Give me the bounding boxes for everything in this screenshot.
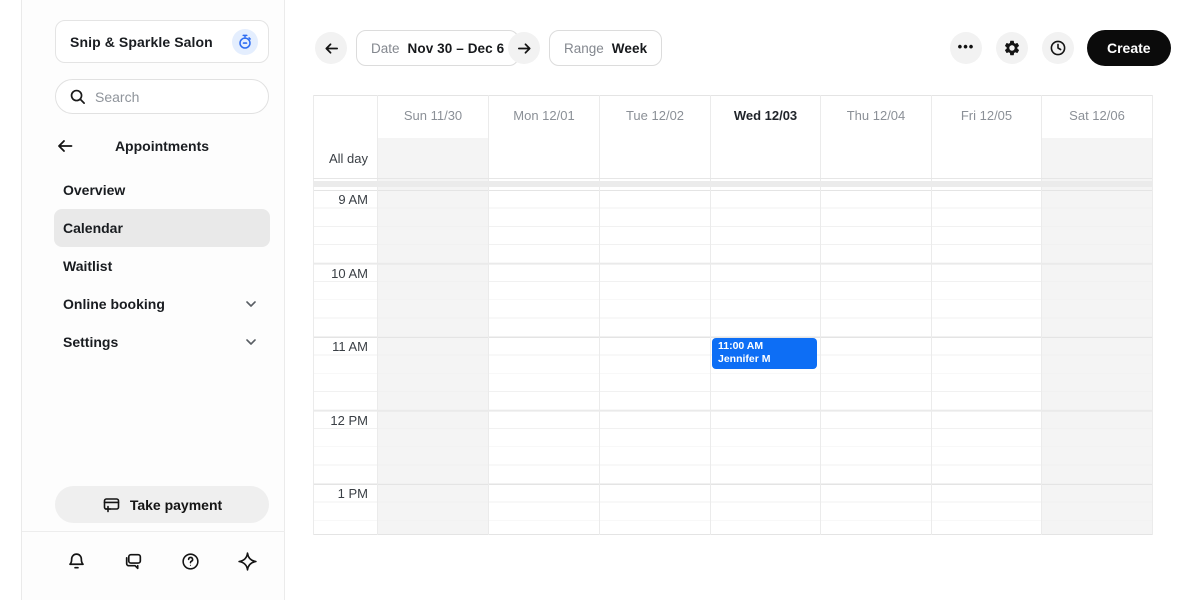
day-header-sun[interactable]: Sun 11/30 [378,106,488,126]
grid-vline [710,95,711,535]
sidebar-item-waitlist[interactable]: Waitlist [54,247,270,285]
day-header-mon[interactable]: Mon 12/01 [489,106,599,126]
allday-row-border [313,178,1152,179]
date-selector[interactable]: Date Nov 30 – Dec 6 [356,30,519,66]
ellipsis-icon: ••• [958,39,975,54]
grid-top-border [313,95,1152,96]
day-header-thu[interactable]: Thu 12/04 [821,106,931,126]
grid-vline [599,95,600,535]
grid-vline [931,95,932,535]
event-client-name: Jennifer M [718,353,811,366]
sidebar-item-overview[interactable]: Overview [54,171,270,209]
sidebar-item-online-booking[interactable]: Online booking [54,285,270,323]
calendar-toolbar: Date Nov 30 – Dec 6 Range Week ••• Creat… [285,0,1200,90]
nav-label: Waitlist [63,258,258,274]
appointments-section-header: Appointments [55,135,269,157]
allday-label: All day [313,151,368,166]
time-label-1pm: 1 PM [313,486,368,501]
grid-vline [1041,95,1042,535]
nav-label: Calendar [63,220,258,236]
grid-vline [820,95,821,535]
clock-history-button[interactable] [1042,32,1074,64]
event-start-time: 11:00 AM [718,340,811,353]
day-header-sat[interactable]: Sat 12/06 [1042,106,1152,126]
date-label: Date [371,41,400,56]
time-label-11am: 11 AM [313,339,368,354]
time-label-12pm: 12 PM [313,413,368,428]
range-value: Week [612,41,647,56]
next-week-button[interactable] [508,32,540,64]
appointments-app: Snip & Sparkle Salon [0,0,1200,600]
chevron-down-icon [244,335,258,349]
take-payment-label: Take payment [130,497,222,513]
nav-label: Online booking [63,296,244,312]
card-plus-icon [102,495,121,514]
day-header-fri[interactable]: Fri 12/05 [932,106,1041,126]
search-box[interactable] [55,79,269,114]
grid-vline [488,95,489,535]
sidebar-item-calendar[interactable]: Calendar [54,209,270,247]
appointment-event[interactable]: 11:00 AM Jennifer M [712,338,817,369]
day-header-wed-today[interactable]: Wed 12/03 [711,106,820,126]
date-value: Nov 30 – Dec 6 [408,41,505,56]
day-header-tue[interactable]: Tue 12/02 [600,106,710,126]
business-switcher[interactable]: Snip & Sparkle Salon [55,20,269,63]
take-payment-button[interactable]: Take payment [55,486,269,523]
search-input[interactable] [95,89,245,105]
time-label-10am: 10 AM [313,266,368,281]
notifications-bell-icon[interactable] [63,548,89,574]
chevron-down-icon [244,297,258,311]
search-icon [69,88,86,105]
nav-label: Settings [63,334,244,350]
timer-icon [237,34,253,50]
timer-badge[interactable] [232,29,258,55]
sidebar-divider [22,531,285,532]
allday-scroll-band [313,181,1152,187]
nav-label: Overview [63,182,258,198]
more-options-button[interactable]: ••• [950,32,982,64]
sidebar: Snip & Sparkle Salon [22,0,285,600]
sidebar-item-settings[interactable]: Settings [54,323,270,361]
assistant-sparkle-icon[interactable] [235,548,261,574]
grid-vline [377,95,378,535]
prev-week-button[interactable] [315,32,347,64]
sidebar-nav: Overview Calendar Waitlist Online bookin… [54,171,270,361]
create-button[interactable]: Create [1087,30,1171,66]
grid-vline [1152,95,1153,535]
back-arrow-icon[interactable] [55,136,75,156]
help-icon[interactable] [178,548,204,574]
range-selector[interactable]: Range Week [549,30,662,66]
time-label-9am: 9 AM [313,192,368,207]
business-name: Snip & Sparkle Salon [70,34,232,50]
messages-icon[interactable] [120,548,146,574]
sidebar-footer-icons [55,548,269,574]
section-title: Appointments [75,138,249,154]
settings-gear-button[interactable] [996,32,1028,64]
range-label: Range [564,41,604,56]
